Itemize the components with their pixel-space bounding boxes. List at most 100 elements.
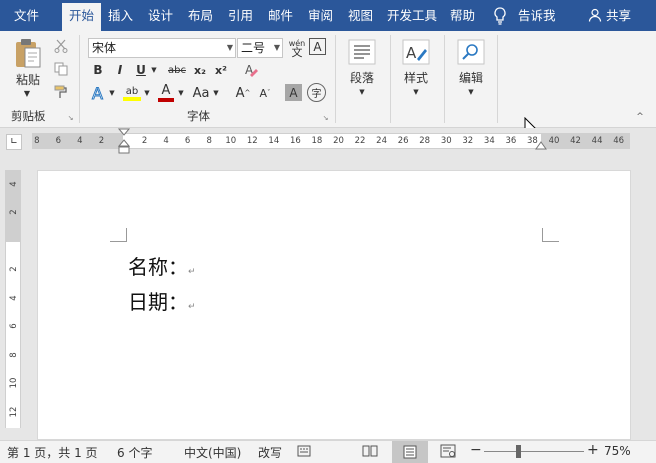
svg-text:A: A [92,84,103,102]
find-icon[interactable] [455,37,487,67]
group-divider [390,35,391,123]
font-launcher-icon[interactable]: ↘ [321,113,330,122]
bold-button[interactable]: B [90,61,106,79]
lightbulb-icon[interactable] [493,0,507,31]
char-border-button[interactable]: A [309,38,326,55]
zoom-out-button[interactable]: − [470,442,482,458]
indent-marker-icon[interactable] [118,128,130,156]
tab-references[interactable]: 引用 [228,0,253,31]
right-indent-marker-icon[interactable] [535,141,547,151]
ruler-tick-label: 40 [548,136,560,146]
print-layout-button[interactable] [392,441,428,463]
share-button[interactable]: 共享 [588,0,631,31]
ruler-tick-label: 12 [246,136,258,146]
margin-corner-top-left [110,228,127,242]
chevron-down-icon: ▼ [226,43,233,52]
language-indicator[interactable]: 中文(中国) [184,444,241,461]
tab-home[interactable]: 开始 [62,3,102,31]
group-divider [79,35,80,123]
superscript-button[interactable]: x² [212,61,230,79]
macro-record-icon[interactable] [297,444,311,461]
chevron-down-icon[interactable]: ▼ [177,83,185,103]
tab-mailings[interactable]: 邮件 [268,0,293,31]
char-shading-button[interactable]: A [285,84,302,101]
paragraph-button[interactable]: 段落 [344,69,380,85]
zoom-in-button[interactable]: + [587,442,599,458]
ruler-tick-label: 44 [591,136,603,146]
doc-line-name[interactable]: 名称：↵ [128,251,196,280]
vruler-tick-label: 8 [9,352,19,358]
vertical-ruler[interactable]: 4 2 2 4 6 8 10 12 [5,170,21,428]
ruler-tick-label: 2 [98,136,105,146]
grow-font-label: A [235,85,245,101]
change-case-button[interactable]: Aa [190,83,212,103]
clipboard-group-label: 剪贴板 [11,109,46,123]
subscript-button[interactable]: x₂ [191,61,209,79]
paste-icon[interactable] [10,37,46,71]
tab-insert[interactable]: 插入 [108,0,133,31]
styles-icon[interactable]: A [400,37,432,67]
tab-layout[interactable]: 布局 [188,0,213,31]
text-effects-icon[interactable]: A [90,83,108,103]
tell-me-box[interactable]: 告诉我 [518,0,556,31]
italic-button[interactable]: I [112,61,128,79]
copy-icon[interactable] [52,60,70,78]
tab-file[interactable]: 文件 [14,0,39,31]
chevron-down-icon[interactable]: ▼ [411,87,421,97]
zoom-slider-track[interactable] [484,451,584,452]
font-name-combo[interactable]: 宋体 ▼ [88,38,236,58]
font-color-label: A [161,83,171,98]
highlight-button[interactable]: ab [121,82,143,104]
enclose-char-button[interactable]: 字 [307,83,326,102]
paragraph-icon[interactable] [346,37,378,67]
vruler-tick-label: 10 [9,377,19,389]
strikethrough-button[interactable]: abc [165,61,189,79]
read-mode-icon[interactable] [362,444,378,461]
chevron-down-icon[interactable]: ▼ [466,87,476,97]
paste-button[interactable]: 粘贴 [10,71,46,87]
tab-developer[interactable]: 开发工具 [387,0,437,31]
underline-button[interactable]: U [133,61,149,79]
ribbon: 粘贴 ▼ 剪贴板 ↘ 宋体 ▼ 二号 ▼ wén 文 A B I U ▼ abc… [0,31,656,128]
ruler-tick-label: 46 [613,136,625,146]
page-count[interactable]: 第 1 页，共 1 页 [7,444,98,461]
horizontal-ruler[interactable]: ∟ 8 6 4 2 2 4 6 8 10 12 14 16 18 20 22 24 26 28 30 32 34 36 38… [0,128,656,155]
tab-view[interactable]: 视图 [348,0,373,31]
shrink-font-button[interactable]: Aˇ [256,83,274,103]
tab-stop-selector[interactable]: ∟ [6,134,22,150]
chevron-down-icon[interactable]: ▼ [357,87,367,97]
web-layout-icon[interactable] [440,444,456,461]
cut-icon[interactable] [52,37,70,55]
paste-dropdown-icon[interactable]: ▼ [22,88,32,98]
chevron-down-icon[interactable]: ▼ [212,83,220,103]
chevron-down-icon[interactable]: ▼ [143,83,151,103]
tab-design[interactable]: 设计 [148,0,173,31]
word-window: 文件 开始 插入 设计 布局 引用 邮件 审阅 视图 开发工具 帮助 告诉我 共… [0,0,656,463]
clipboard-launcher-icon[interactable]: ↘ [66,113,75,122]
chevron-down-icon[interactable]: ▼ [108,83,116,103]
zoom-level[interactable]: 75% [604,444,631,458]
vruler-tick-label: 4 [9,295,19,301]
styles-button[interactable]: 样式 [398,69,434,85]
overtype-indicator[interactable]: 改写 [258,444,282,461]
editing-button[interactable]: 编辑 [453,69,489,85]
collapse-ribbon-icon[interactable]: ^ [634,111,646,123]
ruler-tick-label: 6 [184,136,191,146]
zoom-slider-thumb[interactable] [516,445,521,458]
doc-line-date[interactable]: 日期：↵ [128,286,196,315]
ruler-tick-label: 36 [505,136,517,146]
font-color-bar [158,98,174,102]
tab-help[interactable]: 帮助 [450,0,475,31]
margin-corner-top-right [542,228,559,242]
tab-review[interactable]: 审阅 [308,0,333,31]
word-count[interactable]: 6 个字 [117,444,152,461]
paragraph-mark-icon: ↵ [188,302,196,312]
chevron-down-icon[interactable]: ▼ [150,61,158,79]
font-color-button[interactable]: A [156,82,176,104]
clear-formatting-icon[interactable]: A [243,61,261,79]
font-size-combo[interactable]: 二号 ▼ [237,38,283,58]
document-page[interactable]: 名称：↵ 日期：↵ [37,170,631,440]
grow-font-button[interactable]: A ^ [234,83,252,103]
phonetic-guide-button[interactable]: wén 文 [286,37,308,59]
format-painter-icon[interactable] [52,83,70,101]
